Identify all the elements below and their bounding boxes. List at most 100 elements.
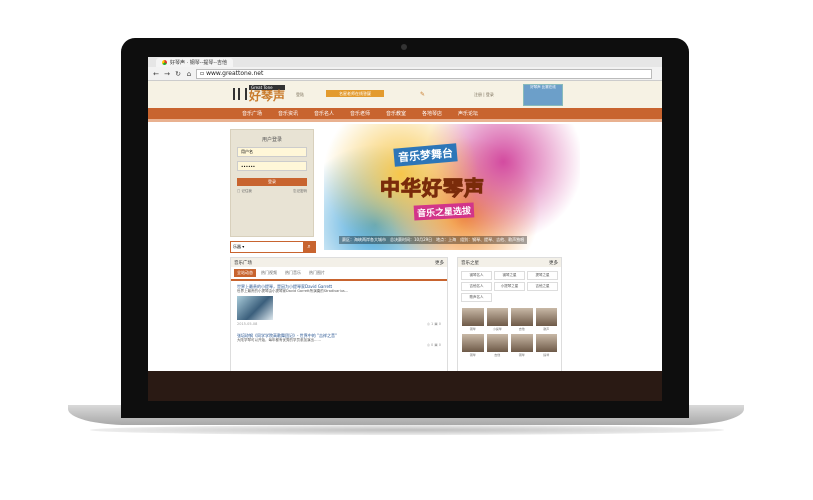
banner-headline-1: 音乐梦舞台 [393, 143, 458, 167]
browser-tab[interactable]: 好琴声 · 钢琴--提琴--吉他 [156, 57, 233, 67]
laptop-screen: 好琴声 · 钢琴--提琴--吉他 ← → ↻ ⌂ ▫ www.greattone… [148, 57, 662, 401]
login-panel: 用户登录 用户名 •••••• 登录 □ 记住我 忘记密码 [230, 129, 314, 237]
avatar-card[interactable]: 小提琴 [486, 308, 508, 331]
avatar[interactable] [511, 308, 533, 326]
avatar-card[interactable]: 吉他 [511, 308, 533, 331]
favicon-icon [162, 59, 167, 65]
forward-icon[interactable]: → [163, 70, 171, 78]
avatar-grid: 钢琴 小提琴 吉他 歌声 钢琴 吉他 钢琴 提琴 [458, 306, 561, 359]
nav-item[interactable]: 音乐老师 [342, 110, 378, 117]
banner-caption: 赛区：海峡两岸各大城市 总决赛时间：10月29日 地点：上海 组别：钢琴、提琴、… [339, 236, 528, 244]
panel-title: 音乐之星 [461, 260, 479, 266]
avatar[interactable] [486, 334, 508, 352]
tab-hot-music[interactable]: 热门音乐 [282, 269, 304, 277]
tag-link[interactable]: 歌声名人 [461, 293, 492, 302]
tag-link[interactable]: 钢琴之星 [494, 271, 525, 280]
avatar-name: 钢琴 [469, 327, 476, 331]
site: Great Tone 好琴声 登陆 名星老师在线答疑 ✎ 注册 | 登录 好琴声… [148, 81, 662, 401]
avatar-name: 钢琴 [518, 353, 525, 357]
search-category-select[interactable]: 乐器 ▾ [231, 242, 249, 252]
avatar-card[interactable]: 歌声 [535, 308, 557, 331]
post-body: 世界上最贵的小提琴由小提琴家David Garrett所演奏的Stradivar… [237, 289, 349, 293]
tag-link[interactable]: 小提琴之星 [494, 282, 525, 291]
avatar[interactable] [535, 308, 557, 326]
camera-icon [401, 44, 407, 50]
avatar-name: 提琴 [543, 353, 550, 357]
tag-grid: 钢琴名人 钢琴之星 提琴之星 吉他名人 小提琴之星 吉他之星 歌声名人 [458, 267, 561, 306]
avatar[interactable] [462, 308, 484, 326]
post-stats: ◎ 0 ▣ 0 [426, 343, 441, 347]
banner-headline-3: 音乐之星选拔 [413, 202, 475, 221]
post-thumbnail[interactable] [237, 296, 273, 320]
page-icon: ▫ [200, 70, 205, 77]
laptop-bezel: 好琴声 · 钢琴--提琴--吉他 ← → ↻ ⌂ ▫ www.greattone… [121, 38, 689, 418]
post-stats: ◎ 1 ▣ 0 [426, 322, 441, 326]
header-login-link[interactable]: 登陆 [296, 92, 304, 98]
register-login-link[interactable]: 注册 | 登录 [474, 92, 494, 98]
username-field[interactable]: 用户名 [237, 147, 307, 157]
site-logo[interactable]: Great Tone 好琴声 [233, 85, 286, 103]
browser-tabbar: 好琴声 · 钢琴--提琴--吉他 [148, 57, 662, 67]
home-icon[interactable]: ⌂ [185, 70, 193, 78]
tab-all-activity[interactable]: 全站动态 [234, 269, 256, 277]
browser-toolbar: ← → ↻ ⌂ ▫ www.greattone.net [148, 67, 662, 81]
ad-badge[interactable]: 好琴声 比赛在线 [523, 84, 563, 106]
panel-title: 音乐广场 [234, 260, 252, 266]
tag-link[interactable]: 吉他之星 [527, 282, 558, 291]
remember-checkbox[interactable]: □ 记住我 [237, 189, 252, 194]
main-nav: 音乐广场 音乐资讯 音乐名人 音乐老师 音乐教室 各地琴店 声乐论坛 [148, 108, 662, 119]
avatar-card[interactable]: 钢琴 [511, 334, 533, 357]
avatar[interactable] [462, 334, 484, 352]
avatar-name: 歌声 [543, 327, 550, 331]
avatar[interactable] [511, 334, 533, 352]
panel-tabs: 全站动态 热门视频 热门音乐 热门图片 [231, 267, 447, 281]
nav-item[interactable]: 音乐资讯 [270, 110, 306, 117]
hero-banner[interactable]: 音乐梦舞台 中华好琴声 音乐之星选拔 赛区：海峡两岸各大城市 总决赛时间：10月… [324, 124, 580, 250]
nav-item[interactable]: 音乐教室 [378, 110, 414, 117]
avatar-name: 吉他 [518, 327, 525, 331]
nav-item[interactable]: 声乐论坛 [450, 110, 486, 117]
avatar-name: 小提琴 [492, 327, 502, 331]
piano-icon [233, 87, 247, 100]
forgot-password-link[interactable]: 忘记密码 [293, 189, 307, 194]
search-bar: 乐器 ▾ ⌕ [230, 241, 316, 253]
login-title: 用户登录 [261, 137, 282, 143]
laptop-shadow [90, 425, 724, 435]
reload-icon[interactable]: ↻ [174, 70, 182, 78]
avatar-card[interactable]: 提琴 [535, 334, 557, 357]
list-item[interactable]: 张培琼钢《同学学院高歌舞团记》- 世界中的 “吉祥之音" 大陆学琴可以开始，每年… [231, 330, 447, 351]
avatar-name: 吉他 [494, 353, 501, 357]
more-link[interactable]: 更多 [549, 260, 558, 266]
tag-link[interactable]: 吉他名人 [461, 282, 492, 291]
url-text: www.greattone.net [206, 70, 264, 77]
pen-icon: ✎ [420, 91, 426, 98]
page-content: 用户登录 用户名 •••••• 登录 □ 记住我 忘记密码 乐器 ▾ ⌕ 音乐梦… [148, 122, 662, 401]
address-bar[interactable]: ▫ www.greattone.net [196, 68, 652, 79]
screen-bottom-bar [148, 371, 662, 401]
password-field[interactable]: •••••• [237, 161, 307, 171]
nav-item[interactable]: 各地琴店 [414, 110, 450, 117]
list-item[interactable]: 世界上最贵的小提琴，是因为小提琴家David Garrett 世界上最贵的小提琴… [231, 281, 447, 330]
nav-item[interactable]: 音乐广场 [234, 110, 270, 117]
nav-item[interactable]: 音乐名人 [306, 110, 342, 117]
back-icon[interactable]: ← [152, 70, 160, 78]
tab-hot-video[interactable]: 热门视频 [258, 269, 280, 277]
search-input[interactable] [249, 242, 303, 252]
avatar[interactable] [535, 334, 557, 352]
tab-title: 好琴声 · 钢琴--提琴--吉他 [170, 59, 227, 66]
avatar[interactable] [486, 308, 508, 326]
post-date: 2015-05-08 [237, 322, 258, 326]
more-link[interactable]: 更多 [435, 260, 444, 266]
banner-headline-2: 中华好琴声 [380, 176, 485, 201]
avatar-card[interactable]: 吉他 [486, 334, 508, 357]
logo-chinese: 好琴声 [249, 89, 286, 103]
avatar-card[interactable]: 钢琴 [462, 334, 484, 357]
search-icon[interactable]: ⌕ [303, 242, 315, 252]
tag-link[interactable]: 提琴之星 [527, 271, 558, 280]
avatar-card[interactable]: 钢琴 [462, 308, 484, 331]
avatar-name: 钢琴 [469, 353, 476, 357]
tag-link[interactable]: 钢琴名人 [461, 271, 492, 280]
tab-hot-images[interactable]: 热门图片 [306, 269, 328, 277]
login-button[interactable]: 登录 [237, 178, 307, 186]
promo-button[interactable]: 名星老师在线答疑 [326, 90, 384, 97]
